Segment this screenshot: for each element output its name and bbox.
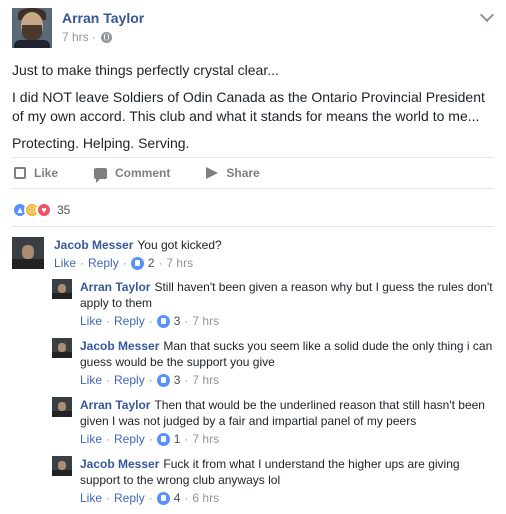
meta-separator: · <box>91 30 96 44</box>
comment-reply-link[interactable]: Reply <box>88 256 119 270</box>
divider <box>12 226 494 227</box>
reply: Arran Taylor Then that would be the under… <box>52 397 498 453</box>
comment-text: Jacob Messer You got kicked? <box>54 237 494 253</box>
reply: Jacob Messer Man that sucks you seem like… <box>52 338 498 394</box>
footer-separator: · <box>106 432 111 446</box>
like-count-icon <box>156 491 170 505</box>
comment-text: Jacob Messer Man that sucks you seem like… <box>80 338 498 370</box>
comment-label: Comment <box>115 166 171 180</box>
comment-time[interactable]: 6 hrs <box>192 491 219 505</box>
comment-like-link[interactable]: Like <box>80 432 102 446</box>
comment-text: Arran Taylor Still haven't been given a r… <box>80 279 498 311</box>
comment-footer: Like · Reply · 4 · 6 hrs <box>80 491 219 505</box>
commenter-avatar[interactable] <box>52 397 72 417</box>
comment-text: Arran Taylor Then that would be the under… <box>80 397 498 429</box>
love-reaction-icon: ♥ <box>36 202 52 218</box>
like-count-icon <box>156 314 170 328</box>
post-body: Just to make things perfectly crystal cl… <box>12 61 498 161</box>
comment-like-count[interactable]: 1 <box>174 432 181 446</box>
comment-reply-link[interactable]: Reply <box>114 314 145 328</box>
footer-separator: · <box>184 432 189 446</box>
comment-like-count[interactable]: 3 <box>174 314 181 328</box>
comment-time[interactable]: 7 hrs <box>192 432 219 446</box>
post-time[interactable]: 7 hrs <box>62 30 89 44</box>
share-label: Share <box>226 166 260 180</box>
like-count-icon <box>156 373 170 387</box>
footer-separator: · <box>106 373 111 387</box>
commenter-avatar[interactable] <box>52 456 72 476</box>
footer-separator: · <box>148 373 153 387</box>
like-count-icon <box>156 432 170 446</box>
comment-footer: Like · Reply · 1 · 7 hrs <box>80 432 219 446</box>
post-paragraph: Just to make things perfectly crystal cl… <box>12 62 279 78</box>
comment-like-link[interactable]: Like <box>80 373 102 387</box>
share-icon <box>206 167 219 179</box>
comment-button[interactable]: Comment <box>94 166 171 183</box>
commenter-name[interactable]: Jacob Messer <box>80 457 159 471</box>
comment-icon <box>94 167 108 183</box>
reaction-count: 35 <box>57 203 71 217</box>
footer-separator: · <box>80 256 85 270</box>
post-meta: 7 hrs · <box>62 30 112 44</box>
comment-like-count[interactable]: 4 <box>174 491 181 505</box>
footer-separator: · <box>122 256 127 270</box>
post-paragraph: I did NOT leave Soldiers of Odin Canada … <box>12 89 485 124</box>
comment-time[interactable]: 7 hrs <box>166 256 193 270</box>
comment-time[interactable]: 7 hrs <box>192 314 219 328</box>
commenter-name[interactable]: Jacob Messer <box>80 339 159 353</box>
footer-separator: · <box>158 256 163 270</box>
chevron-down-icon[interactable] <box>479 7 495 23</box>
comment-like-link[interactable]: Like <box>54 256 76 270</box>
comment-like-link[interactable]: Like <box>80 491 102 505</box>
commenter-avatar[interactable] <box>52 279 72 299</box>
comment-like-count[interactable]: 2 <box>148 256 155 270</box>
footer-separator: · <box>184 373 189 387</box>
comment-footer: Like · Reply · 3 · 7 hrs <box>80 314 219 328</box>
like-count-icon <box>130 256 144 270</box>
commenter-name[interactable]: Jacob Messer <box>54 238 133 252</box>
footer-separator: · <box>148 314 153 328</box>
comment-body: You got kicked? <box>137 238 222 252</box>
commenter-name[interactable]: Arran Taylor <box>80 280 150 294</box>
commenter-avatar[interactable] <box>52 338 72 358</box>
footer-separator: · <box>106 491 111 505</box>
globe-icon <box>100 31 112 43</box>
commenter-name[interactable]: Arran Taylor <box>80 398 150 412</box>
footer-separator: · <box>106 314 111 328</box>
author-avatar[interactable] <box>12 8 52 48</box>
footer-separator: · <box>184 491 189 505</box>
post-paragraph: Protecting. Helping. Serving. <box>12 135 190 151</box>
footer-separator: · <box>148 491 153 505</box>
like-icon <box>14 167 26 179</box>
comment-like-link[interactable]: Like <box>80 314 102 328</box>
reply: Arran Taylor Still haven't been given a r… <box>52 279 498 335</box>
comment-footer: Like · Reply · 3 · 7 hrs <box>80 373 219 387</box>
footer-separator: · <box>148 432 153 446</box>
author-name[interactable]: Arran Taylor <box>62 10 144 26</box>
post-action-bar: Like Comment Share <box>12 157 494 189</box>
post-header: Arran Taylor 7 hrs · <box>12 7 495 48</box>
comment-reply-link[interactable]: Reply <box>114 373 145 387</box>
commenter-avatar[interactable] <box>12 237 44 269</box>
share-button[interactable]: Share <box>206 166 260 180</box>
comment-text: Jacob Messer Fuck it from what I understa… <box>80 456 498 488</box>
comment-reply-link[interactable]: Reply <box>114 432 145 446</box>
reply: Jacob Messer Fuck it from what I understa… <box>52 456 498 512</box>
footer-separator: · <box>184 314 189 328</box>
like-label: Like <box>34 166 59 180</box>
comment-time[interactable]: 7 hrs <box>192 373 219 387</box>
like-button[interactable]: Like <box>14 166 58 180</box>
comment-footer: Like · Reply · 2 · 7 hrs <box>54 256 193 270</box>
reactions-summary[interactable]: ▲ ☹ ♥ 35 <box>12 201 70 219</box>
comment-reply-link[interactable]: Reply <box>114 491 145 505</box>
comment: Jacob Messer You got kicked? Like · Reply… <box>12 237 494 277</box>
comment-like-count[interactable]: 3 <box>174 373 181 387</box>
facebook-post: Arran Taylor 7 hrs · Just to make things… <box>0 0 506 514</box>
